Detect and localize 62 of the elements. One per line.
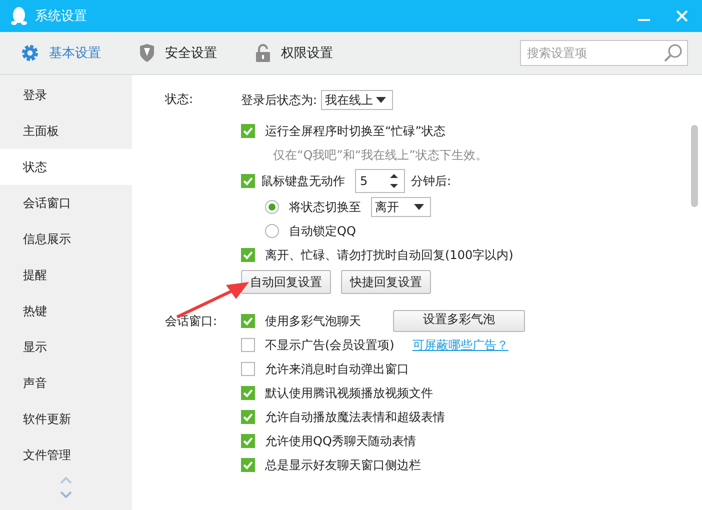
- radio-button[interactable]: [265, 224, 279, 238]
- chevron-down-icon[interactable]: [60, 491, 72, 498]
- checked-checkbox[interactable]: [241, 458, 255, 472]
- sidebar-item[interactable]: 软件更新: [0, 401, 132, 437]
- window-title: 系统设置: [35, 8, 87, 25]
- option-label: 使用多彩气泡聊天: [265, 312, 361, 330]
- option-label: 登录后状态为:: [241, 92, 318, 108]
- settings-button[interactable]: 自动回复设置: [241, 270, 331, 294]
- checked-checkbox[interactable]: [241, 434, 255, 448]
- checkbox[interactable]: [241, 362, 255, 376]
- checked-checkbox[interactable]: [241, 314, 255, 328]
- checkbox[interactable]: [241, 338, 255, 352]
- option-label: 允许自动播放魔法表情和超级表情: [265, 408, 445, 426]
- option-label: 分钟后:: [411, 172, 452, 190]
- dropdown[interactable]: 我在线上: [321, 90, 394, 110]
- spin-arrows-icon: [390, 173, 398, 189]
- settings-tab[interactable]: 安全设置: [139, 44, 217, 62]
- option-label: 总是显示好友聊天窗口侧边栏: [265, 456, 421, 474]
- option-label: 将状态切换至: [289, 198, 361, 216]
- checked-checkbox[interactable]: [241, 248, 255, 262]
- settings-tab[interactable]: 基本设置: [21, 44, 101, 62]
- sidebar-item[interactable]: 显示: [0, 329, 132, 365]
- sidebar-item[interactable]: 提醒: [0, 257, 132, 293]
- option-label: 自动锁定QQ: [289, 222, 356, 240]
- checked-checkbox[interactable]: [241, 386, 255, 400]
- sidebar-item[interactable]: 信息展示: [0, 221, 132, 257]
- selected-radio-button[interactable]: [265, 200, 279, 214]
- option-label: 默认使用腾讯视频播放视频文件: [265, 384, 433, 402]
- sidebar-item[interactable]: 登录: [0, 77, 132, 113]
- settings-tab[interactable]: 权限设置: [255, 44, 333, 62]
- search-field[interactable]: 搜索设置项: [520, 40, 688, 66]
- hint-text: 仅在“Q我吧”和“我在线上”状态下生效。: [272, 146, 488, 164]
- number-spinner[interactable]: 5: [355, 169, 405, 193]
- option-label: 不显示广告(会员设置项): [265, 336, 394, 354]
- penguin-icon: [11, 6, 27, 26]
- caret-icon: [376, 97, 386, 103]
- caret-icon: [414, 204, 424, 210]
- sidebar-item[interactable]: 文件管理: [0, 437, 132, 473]
- checked-checkbox[interactable]: [241, 174, 255, 188]
- scroll-thumb[interactable]: [691, 125, 698, 207]
- shield-icon: [139, 44, 155, 62]
- checked-checkbox[interactable]: [241, 410, 255, 424]
- lock-icon: [255, 44, 271, 62]
- dropdown[interactable]: 离开: [371, 197, 431, 217]
- option-label: 允许来消息时自动弹出窗口: [265, 360, 409, 378]
- option-label: 允许使用QQ秀聊天随动表情: [265, 432, 416, 450]
- sidebar-item[interactable]: 热键: [0, 293, 132, 329]
- close-icon[interactable]: [676, 10, 688, 22]
- sidebar-item[interactable]: 会话窗口: [0, 185, 132, 221]
- settings-button[interactable]: 设置多彩气泡: [393, 310, 525, 332]
- option-label: 运行全屏程序时切换至“忙碌”状态: [265, 122, 446, 140]
- sidebar-item[interactable]: 声音: [0, 365, 132, 401]
- section-label: 状态:: [165, 91, 194, 108]
- checked-checkbox[interactable]: [241, 124, 255, 138]
- option-label: 鼠标键盘无动作: [261, 172, 345, 190]
- search-icon: [663, 43, 683, 63]
- gear-icon: [21, 44, 39, 62]
- chevron-up-icon[interactable]: [60, 477, 72, 484]
- option-label: 离开、忙碌、请勿打扰时自动回复(100字以内): [265, 246, 514, 264]
- settings-button[interactable]: 快捷回复设置: [341, 270, 431, 294]
- sidebar-item[interactable]: 状态: [0, 149, 132, 185]
- sidebar-item[interactable]: 主面板: [0, 113, 132, 149]
